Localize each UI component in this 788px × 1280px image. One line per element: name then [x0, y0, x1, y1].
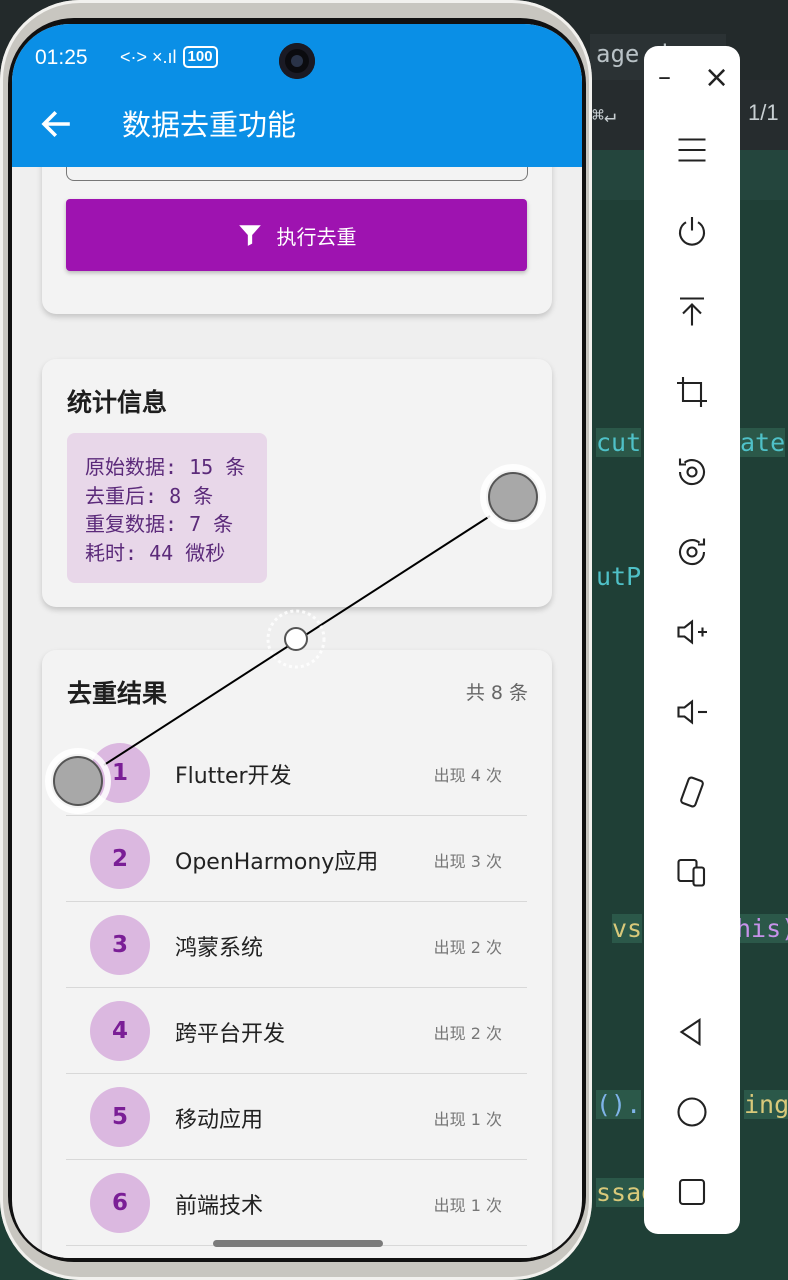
code-fragment: cut	[596, 428, 642, 457]
code-fragment: ing	[744, 1090, 788, 1119]
results-total: 共 8 条	[465, 682, 528, 704]
back-triangle-icon[interactable]	[668, 1008, 716, 1056]
item-count: 出现 3 次	[433, 852, 502, 871]
app-bar: 01:25 <·> ×.ıl 100 数据去重功能	[12, 24, 582, 167]
home-circle-icon[interactable]	[668, 1088, 716, 1136]
scroll-content[interactable]: 执行去重 统计信息 原始数据: 15 条 去重后: 8 条 重复数据: 7 条 …	[12, 24, 582, 1258]
crop-icon[interactable]	[668, 368, 716, 416]
stat-original: 原始数据: 15 条	[85, 455, 246, 479]
code-fragment: ate	[740, 428, 786, 457]
code-fragment: his)	[736, 914, 788, 943]
item-index-avatar: 3	[90, 915, 150, 975]
home-indicator[interactable]	[213, 1240, 383, 1247]
rotate-left-icon[interactable]	[668, 448, 716, 496]
item-label: 跨平台开发	[175, 1022, 286, 1047]
power-icon[interactable]	[668, 208, 716, 256]
item-count: 出现 1 次	[433, 1110, 502, 1129]
device-switch-icon[interactable]	[668, 848, 716, 896]
status-icons: <·> ×.ıl 100	[120, 46, 218, 68]
list-item[interactable]: 4 跨平台开发 出现 2 次	[66, 988, 527, 1074]
close-button[interactable]: ×	[704, 60, 729, 95]
code-fragment: utP	[596, 562, 642, 591]
arrow-left-icon[interactable]	[38, 106, 74, 142]
results-card: 去重结果 共 8 条 1 Flutter开发 出现 4 次 2 OpenHarm…	[42, 650, 552, 1258]
front-camera	[279, 43, 315, 79]
execute-dedupe-label: 执行去重	[276, 224, 357, 249]
item-count: 出现 2 次	[433, 1024, 502, 1043]
volume-up-icon[interactable]	[668, 608, 716, 656]
page-title: 数据去重功能	[122, 108, 297, 142]
item-index-avatar: 5	[90, 1087, 150, 1147]
item-label: 移动应用	[175, 1108, 264, 1133]
stats-card: 统计信息 原始数据: 15 条 去重后: 8 条 重复数据: 7 条 耗时: 4…	[42, 359, 552, 607]
stat-elapsed: 耗时: 44 微秒	[85, 540, 226, 565]
execute-dedupe-button[interactable]: 执行去重	[66, 199, 527, 271]
item-label: 前端技术	[175, 1194, 264, 1219]
filter-icon	[238, 225, 261, 246]
code-fragment: ().	[596, 1090, 642, 1119]
item-count: 出现 4 次	[433, 766, 502, 785]
minimize-button[interactable]: –	[658, 62, 671, 92]
shake-icon[interactable]	[668, 768, 716, 816]
search-shortcut: ⌘↵	[592, 103, 617, 127]
item-label: OpenHarmony应用	[175, 850, 379, 875]
list-item[interactable]: 5 移动应用 出现 1 次	[66, 1074, 527, 1160]
item-index-avatar: 1	[90, 743, 150, 803]
code-fragment: vs	[612, 914, 643, 943]
battery-icon: 100	[182, 46, 218, 68]
stat-deduped: 去重后: 8 条	[85, 483, 214, 508]
rotate-right-icon[interactable]	[668, 528, 716, 576]
status-time: 01:25	[35, 46, 88, 69]
item-count: 出现 1 次	[433, 1196, 502, 1215]
signal-icon: <·> ×.ıl	[120, 46, 177, 67]
dedupe-card: 执行去重	[42, 144, 552, 314]
list-item[interactable]: 6 前端技术 出现 1 次	[66, 1160, 527, 1246]
phone-screen: 执行去重 统计信息 原始数据: 15 条 去重后: 8 条 重复数据: 7 条 …	[12, 24, 582, 1258]
match-count: 1/1	[748, 100, 779, 125]
item-count: 出现 2 次	[433, 938, 502, 957]
results-title: 去重结果	[67, 679, 168, 708]
item-label: 鸿蒙系统	[175, 936, 264, 961]
list-item[interactable]: 3 鸿蒙系统 出现 2 次	[66, 902, 527, 988]
list-item[interactable]: 2 OpenHarmony应用 出现 3 次	[66, 816, 527, 902]
stat-duplicates: 重复数据: 7 条	[85, 512, 234, 536]
item-index-avatar: 2	[90, 829, 150, 889]
item-index-avatar: 6	[90, 1173, 150, 1233]
volume-down-icon[interactable]	[668, 688, 716, 736]
list-item[interactable]: 1 Flutter开发 出现 4 次	[66, 730, 527, 816]
item-index-avatar: 4	[90, 1001, 150, 1061]
item-label: Flutter开发	[175, 764, 292, 789]
emulator-toolbar: – ×	[644, 46, 740, 1234]
recents-square-icon[interactable]	[668, 1168, 716, 1216]
pin-top-icon[interactable]	[668, 288, 716, 336]
stats-title: 统计信息	[67, 388, 168, 417]
stats-box: 原始数据: 15 条 去重后: 8 条 重复数据: 7 条 耗时: 44 微秒	[67, 433, 267, 583]
menu-icon[interactable]	[668, 126, 716, 174]
